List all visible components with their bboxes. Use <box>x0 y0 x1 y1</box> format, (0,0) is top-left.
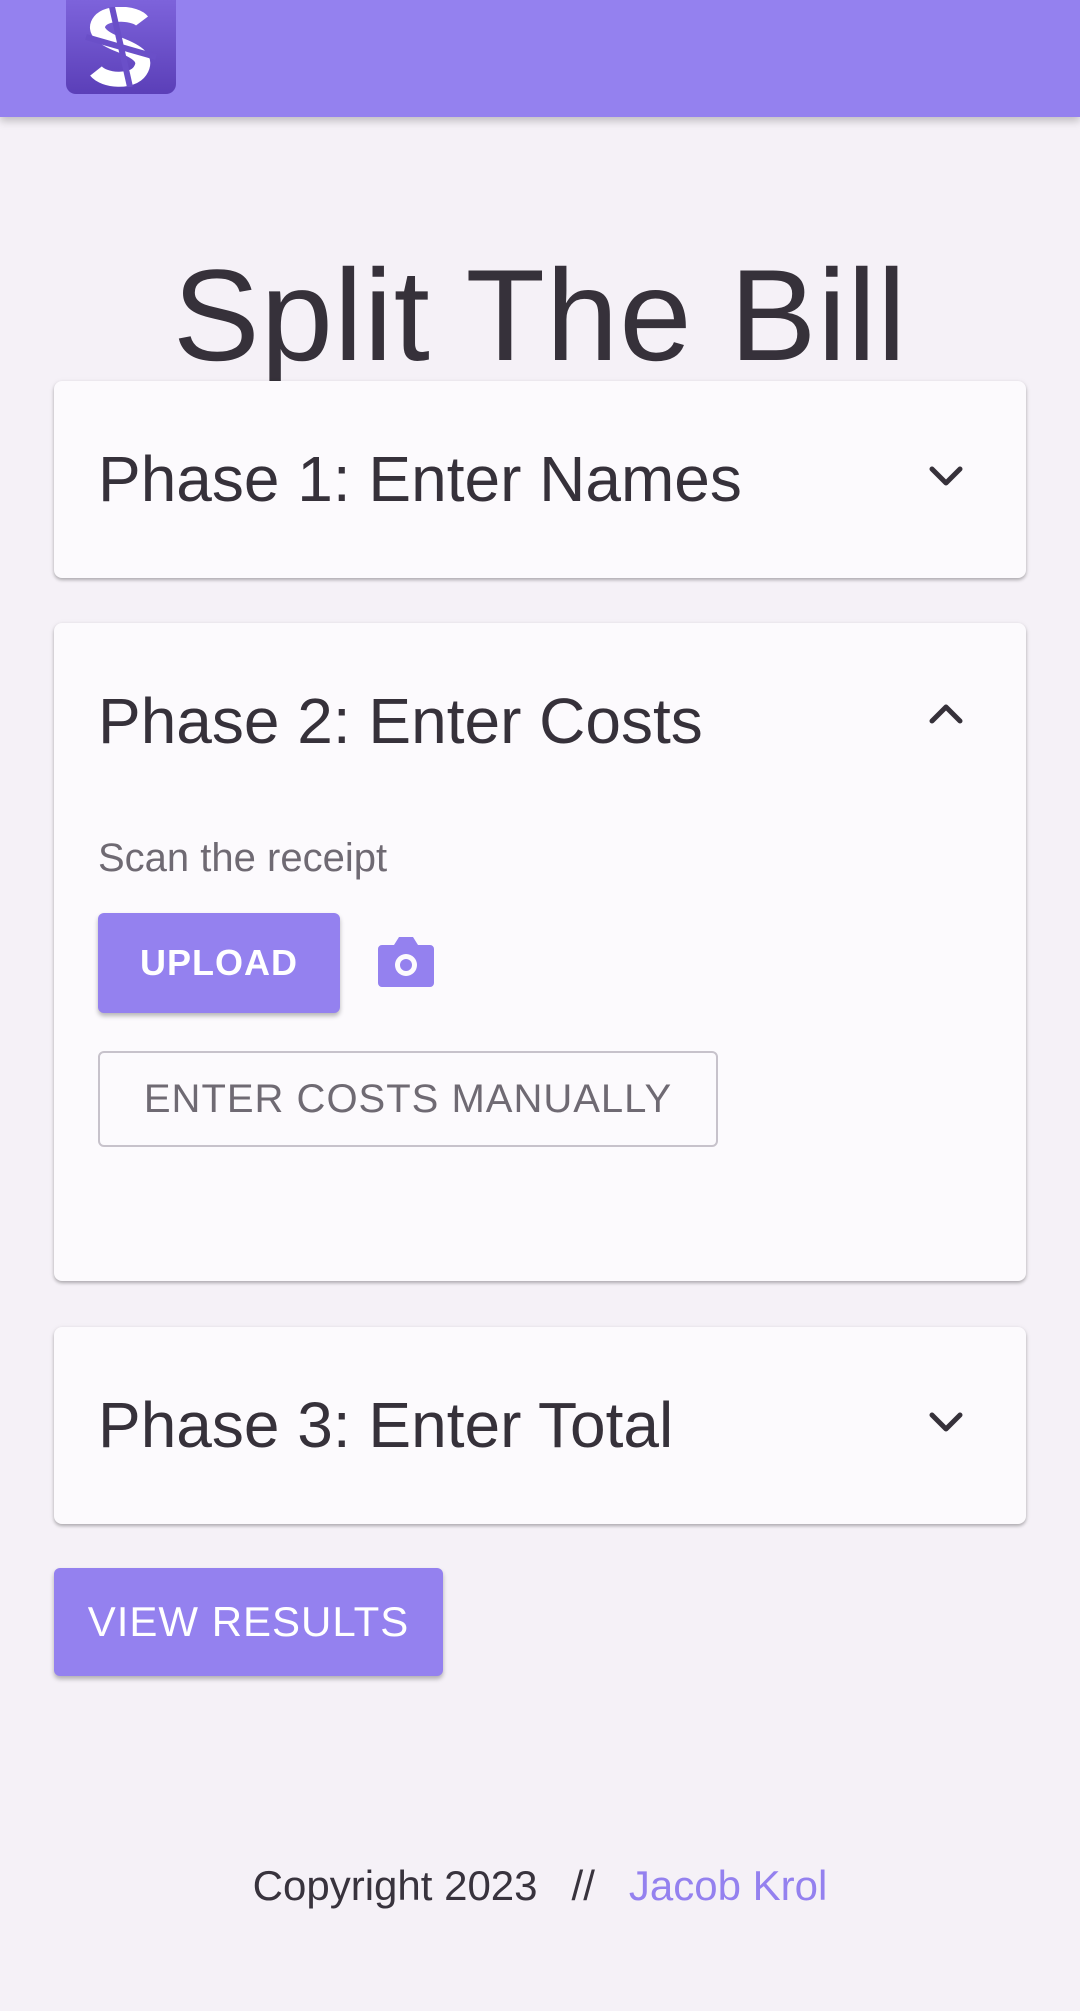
split-s-logo-icon <box>85 7 157 87</box>
phase-1-panel: Phase 1: Enter Names <box>54 381 1026 578</box>
footer: Copyright 2023 // Jacob Krol <box>0 1856 1080 1916</box>
chevron-down-icon <box>929 466 963 486</box>
camera-icon[interactable] <box>376 933 436 989</box>
phase-1-header[interactable]: Phase 1: Enter Names <box>54 381 1026 579</box>
phase-3-title: Phase 3: Enter Total <box>98 1389 674 1461</box>
phase-2-panel: Phase 2: Enter Costs Scan the receipt UP… <box>54 623 1026 1281</box>
scan-receipt-label: Scan the receipt <box>98 836 388 880</box>
enter-costs-manually-button[interactable]: ENTER COSTS MANUALLY <box>98 1051 718 1147</box>
page-title: Split The Bill <box>172 242 908 389</box>
app-logo[interactable] <box>66 0 176 94</box>
phase-3-panel: Phase 3: Enter Total <box>54 1327 1026 1524</box>
footer-separator: // <box>571 1862 595 1909</box>
phase-1-title: Phase 1: Enter Names <box>98 443 742 515</box>
view-results-button[interactable]: VIEW RESULTS <box>54 1568 443 1676</box>
author-link[interactable]: Jacob Krol <box>629 1862 827 1909</box>
chevron-down-icon <box>929 1412 963 1432</box>
chevron-up-icon <box>929 704 963 724</box>
app-bar <box>0 0 1080 117</box>
upload-button[interactable]: UPLOAD <box>98 913 340 1013</box>
phase-3-header[interactable]: Phase 3: Enter Total <box>54 1327 1026 1525</box>
phase-2-header[interactable]: Phase 2: Enter Costs <box>54 623 1026 821</box>
copyright-text: Copyright 2023 <box>252 1862 538 1909</box>
phase-2-title: Phase 2: Enter Costs <box>98 685 703 757</box>
